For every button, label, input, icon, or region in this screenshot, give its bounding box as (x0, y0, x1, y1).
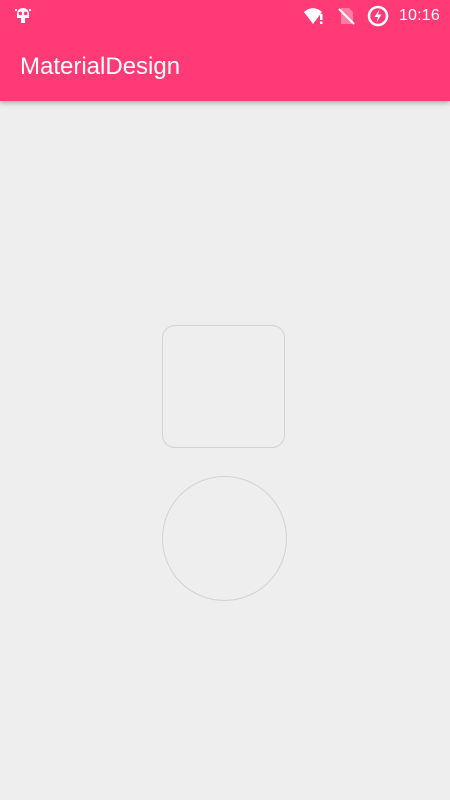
circle-shape (162, 476, 287, 601)
battery-charging-icon (367, 5, 389, 27)
no-sim-icon (335, 5, 357, 27)
app-screen: 10:16 MaterialDesign (0, 0, 450, 800)
wifi-alert-icon (303, 5, 325, 27)
android-debug-icon (13, 6, 33, 26)
app-bar: 10:16 MaterialDesign (0, 0, 450, 101)
rounded-square-shape (162, 325, 285, 448)
status-icons: 10:16 (303, 5, 440, 27)
main-content (0, 101, 450, 800)
status-bar: 10:16 (0, 0, 450, 33)
status-time: 10:16 (398, 7, 440, 24)
page-title: MaterialDesign (20, 53, 181, 80)
